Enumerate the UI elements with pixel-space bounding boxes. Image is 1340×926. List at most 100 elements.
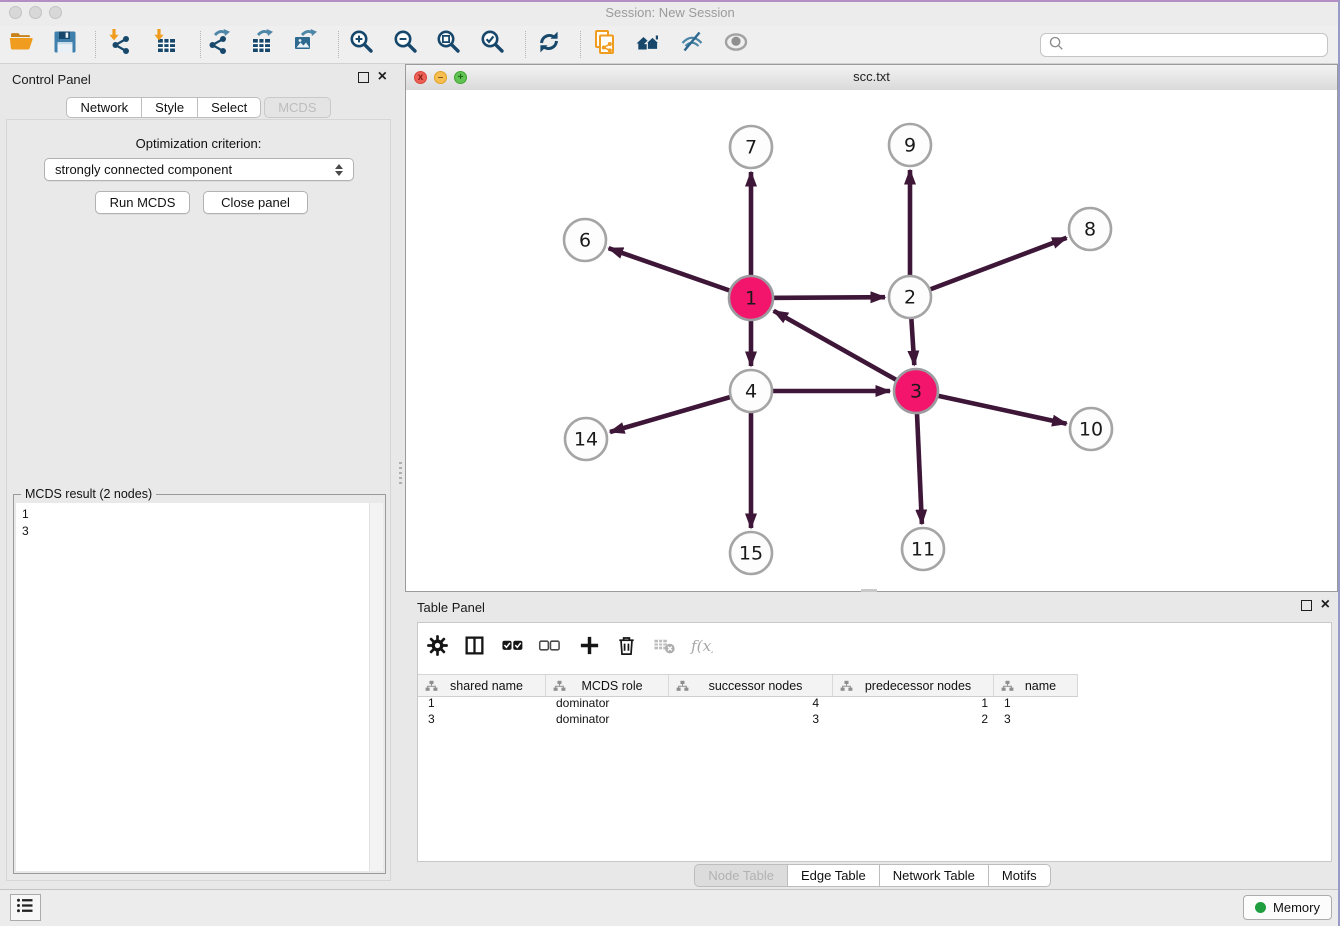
home-view-button[interactable] [630, 28, 666, 60]
graph-node-15[interactable]: 15 [730, 532, 772, 574]
network-canvas[interactable]: 1 2 3 4 6 7 8 9 10 11 14 15 [406, 90, 1337, 591]
run-mcds-button[interactable]: Run MCDS [95, 191, 190, 214]
panel-splitter[interactable] [397, 64, 405, 890]
export-network-button[interactable] [200, 28, 236, 60]
function-builder-button: f(x) [686, 633, 716, 663]
graph-node-label: 7 [745, 137, 757, 159]
table-row[interactable]: 3dominator323 [418, 712, 1331, 728]
graph-node-label: 6 [579, 230, 591, 252]
splitter-grip-icon [399, 462, 402, 484]
table-settings-button[interactable] [422, 633, 452, 663]
toolbar-separator [338, 31, 339, 58]
list-icon [15, 895, 36, 921]
tab-edge-table[interactable]: Edge Table [788, 864, 880, 887]
graph-node-3[interactable]: 3 [894, 369, 938, 413]
memory-button[interactable]: Memory [1243, 895, 1332, 920]
chevron-up-down-icon [335, 164, 343, 176]
export-table-button[interactable] [243, 28, 279, 60]
column-header-MCDS-role[interactable]: MCDS role [546, 675, 669, 696]
network-maximize-icon[interactable]: + [454, 71, 467, 84]
toggle-columns-button[interactable] [459, 633, 489, 663]
column-header-shared-name[interactable]: shared name [418, 675, 546, 696]
close-panel-icon[interactable]: × [378, 71, 387, 83]
graph-node-11[interactable]: 11 [902, 528, 944, 570]
save-session-button[interactable] [47, 28, 83, 60]
hide-panels-button[interactable] [674, 28, 710, 60]
tab-node-table[interactable]: Node Table [694, 864, 788, 887]
main-toolbar [0, 26, 1340, 64]
export-network-icon [204, 28, 232, 61]
graph-node-6[interactable]: 6 [564, 219, 606, 261]
toolbar-separator [95, 31, 96, 58]
table-toolbar: f(x) [418, 623, 1331, 673]
mcds-result-group: MCDS result (2 nodes) 13 [13, 494, 386, 874]
graph-node-14[interactable]: 14 [565, 418, 607, 460]
table-cell: 4 [669, 696, 833, 712]
graph-node-label: 2 [904, 287, 916, 309]
graph-edge-2-8[interactable] [910, 238, 1067, 297]
tab-network-table[interactable]: Network Table [880, 864, 989, 887]
mcds-result-text[interactable]: 13 [16, 503, 383, 871]
graph-node-4[interactable]: 4 [730, 370, 772, 412]
control-panel-title: Control Panel [12, 72, 91, 87]
zoom-in-button[interactable] [344, 28, 380, 60]
select-all-rows-button[interactable] [497, 633, 527, 663]
refresh-view-button[interactable] [531, 28, 567, 60]
show-panels-icon [722, 28, 750, 61]
criterion-dropdown[interactable]: strongly connected component [44, 158, 354, 181]
tab-select[interactable]: Select [198, 97, 261, 118]
table-header-row: shared nameMCDS rolesuccessor nodesprede… [418, 674, 1078, 697]
graph-node-10[interactable]: 10 [1070, 408, 1112, 450]
table-settings-icon [426, 634, 449, 662]
graph-node-1[interactable]: 1 [729, 276, 773, 320]
import-table-button[interactable] [148, 28, 184, 60]
column-header-successor-nodes[interactable]: successor nodes [669, 675, 833, 696]
graph-edge-3-1[interactable] [774, 311, 916, 391]
tab-style[interactable]: Style [142, 97, 198, 118]
graph-node-2[interactable]: 2 [889, 276, 931, 318]
search-input[interactable] [1069, 37, 1320, 53]
add-column-button[interactable] [574, 633, 604, 663]
tab-motifs[interactable]: Motifs [989, 864, 1051, 887]
float-table-panel-icon[interactable] [1301, 600, 1312, 611]
export-image-button[interactable] [287, 28, 323, 60]
tab-network[interactable]: Network [66, 97, 142, 118]
select-all-rows-icon [501, 634, 524, 662]
column-header-predecessor-nodes[interactable]: predecessor nodes [833, 675, 994, 696]
zoom-out-button[interactable] [388, 28, 424, 60]
graph-node-label: 8 [1084, 219, 1096, 241]
graph-node-9[interactable]: 9 [889, 124, 931, 166]
zoom-in-icon [348, 28, 376, 61]
tab-mcds[interactable]: MCDS [264, 97, 330, 118]
zoom-fit-button[interactable] [431, 28, 467, 60]
network-window-titlebar[interactable]: x – + scc.txt [406, 65, 1337, 91]
import-network-button[interactable] [103, 28, 139, 60]
show-panels-button[interactable] [718, 28, 754, 60]
network-close-icon[interactable]: x [414, 71, 427, 84]
graph-node-label: 4 [745, 381, 757, 403]
delete-column-button[interactable] [611, 633, 641, 663]
result-scrollbar[interactable] [369, 503, 383, 871]
open-file-button[interactable] [4, 28, 40, 60]
column-header-name[interactable]: name [994, 675, 1078, 696]
memory-label: Memory [1273, 900, 1320, 915]
close-panel-button[interactable]: Close panel [203, 191, 308, 214]
search-field[interactable] [1040, 33, 1328, 57]
control-panel-tabs: NetworkStyleSelectMCDS [0, 97, 397, 118]
network-document-button[interactable] [587, 28, 623, 60]
graph-node-8[interactable]: 8 [1069, 208, 1111, 250]
deselect-all-rows-button[interactable] [534, 633, 564, 663]
control-panel: Control Panel × NetworkStyleSelectMCDS O… [0, 64, 397, 890]
app-frame-top [0, 0, 1340, 2]
task-history-button[interactable] [10, 894, 41, 921]
delete-table-button [649, 633, 679, 663]
table-row[interactable]: 1dominator411 [418, 696, 1331, 712]
graph-node-7[interactable]: 7 [730, 126, 772, 168]
close-table-panel-icon[interactable]: × [1321, 599, 1330, 611]
zoom-selected-button[interactable] [475, 28, 511, 60]
network-minimize-icon[interactable]: – [434, 71, 447, 84]
window-title: Session: New Session [0, 5, 1340, 20]
graph-node-label: 9 [904, 135, 916, 157]
zoom-out-icon [392, 28, 420, 61]
float-panel-icon[interactable] [358, 72, 369, 83]
